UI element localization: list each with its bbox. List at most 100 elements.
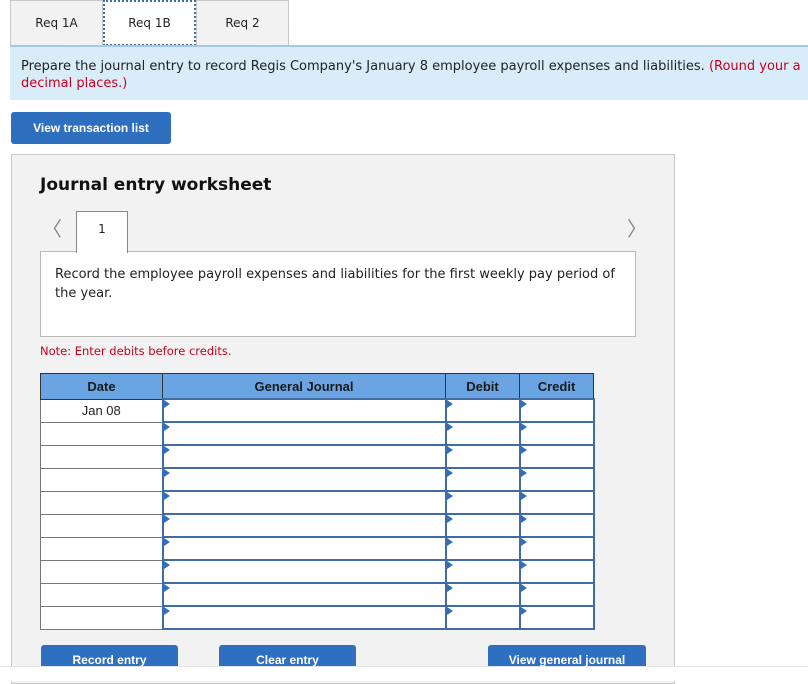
debit-input[interactable] <box>444 582 521 607</box>
date-cell <box>40 605 163 630</box>
debit-input[interactable] <box>444 444 521 469</box>
date-cell <box>40 421 163 446</box>
dropdown-marker-icon <box>163 515 170 523</box>
tab-req-1b[interactable]: Req 1B <box>103 0 196 46</box>
credit-input[interactable] <box>518 605 595 630</box>
dropdown-marker-icon <box>163 423 170 431</box>
account-input[interactable] <box>161 490 447 515</box>
account-input[interactable] <box>161 444 447 469</box>
date-cell <box>40 513 163 538</box>
account-input[interactable] <box>161 421 447 446</box>
dropdown-marker-icon <box>163 400 170 408</box>
chevron-right-icon[interactable]: 〉 <box>627 213 647 242</box>
table-row <box>40 582 595 607</box>
rounding-note: (Round your a <box>708 59 801 74</box>
debit-input[interactable] <box>444 559 521 584</box>
dropdown-marker-icon <box>520 469 527 477</box>
column-general-journal: General Journal <box>162 373 446 400</box>
tab-req-1a[interactable]: Req 1A <box>10 0 103 45</box>
page-bottom <box>0 666 808 681</box>
dropdown-marker-icon <box>520 561 527 569</box>
dropdown-marker-icon <box>446 400 453 408</box>
account-input[interactable] <box>161 559 447 584</box>
dropdown-marker-icon <box>446 538 453 546</box>
instruction-text: Prepare the journal entry to record Regi… <box>21 59 709 74</box>
debit-input[interactable] <box>444 398 521 423</box>
column-debit: Debit <box>445 373 520 400</box>
credit-input[interactable] <box>518 513 595 538</box>
transaction-description: Record the employee payroll expenses and… <box>40 251 636 337</box>
account-input[interactable] <box>161 536 447 561</box>
account-input[interactable] <box>161 467 447 492</box>
credit-input[interactable] <box>518 467 595 492</box>
debit-credit-note: Note: Enter debits before credits. <box>40 344 232 358</box>
dropdown-marker-icon <box>446 561 453 569</box>
credit-input[interactable] <box>518 490 595 515</box>
dropdown-marker-icon <box>163 584 170 592</box>
credit-input[interactable] <box>518 536 595 561</box>
dropdown-marker-icon <box>446 492 453 500</box>
journal-table: Date General Journal Debit Credit Jan 08 <box>40 373 595 630</box>
dropdown-marker-icon <box>446 423 453 431</box>
view-transaction-list-button[interactable]: View transaction list <box>11 112 171 144</box>
dropdown-marker-icon <box>163 469 170 477</box>
dropdown-marker-icon <box>520 538 527 546</box>
credit-input[interactable] <box>518 444 595 469</box>
chevron-left-icon[interactable]: 〈 <box>42 213 62 242</box>
column-credit: Credit <box>519 373 594 400</box>
debit-input[interactable] <box>444 513 521 538</box>
table-row <box>40 559 595 584</box>
dropdown-marker-icon <box>163 561 170 569</box>
account-input[interactable] <box>161 398 447 423</box>
dropdown-marker-icon <box>520 423 527 431</box>
journal-entry-worksheet: Journal entry worksheet 〈 〉 1 Record the… <box>11 154 675 684</box>
dropdown-marker-icon <box>520 492 527 500</box>
credit-input[interactable] <box>518 398 595 423</box>
table-row <box>40 444 595 469</box>
dropdown-marker-icon <box>520 446 527 454</box>
credit-input[interactable] <box>518 559 595 584</box>
account-input[interactable] <box>161 513 447 538</box>
date-cell <box>40 490 163 515</box>
dropdown-marker-icon <box>446 446 453 454</box>
debit-input[interactable] <box>444 467 521 492</box>
date-cell <box>40 467 163 492</box>
column-date: Date <box>40 373 163 400</box>
table-header: Date General Journal Debit Credit <box>40 373 594 400</box>
dropdown-marker-icon <box>520 400 527 408</box>
entry-tab-1[interactable]: 1 <box>76 211 128 253</box>
dropdown-marker-icon <box>446 515 453 523</box>
debit-input[interactable] <box>444 490 521 515</box>
date-cell: Jan 08 <box>40 398 163 423</box>
dropdown-marker-icon <box>446 469 453 477</box>
date-cell <box>40 536 163 561</box>
table-row <box>40 513 595 538</box>
dropdown-marker-icon <box>520 607 527 615</box>
dropdown-marker-icon <box>520 515 527 523</box>
table-row <box>40 421 595 446</box>
worksheet-title: Journal entry worksheet <box>40 175 272 195</box>
requirement-tabs: Req 1A Req 1B Req 2 <box>10 0 289 46</box>
table-row <box>40 467 595 492</box>
debit-input[interactable] <box>444 536 521 561</box>
date-cell <box>40 444 163 469</box>
tab-req-2[interactable]: Req 2 <box>196 0 289 45</box>
credit-input[interactable] <box>518 582 595 607</box>
dropdown-marker-icon <box>163 607 170 615</box>
account-input[interactable] <box>161 582 447 607</box>
dropdown-marker-icon <box>163 538 170 546</box>
dropdown-marker-icon <box>163 492 170 500</box>
date-cell <box>40 582 163 607</box>
table-row <box>40 536 595 561</box>
debit-input[interactable] <box>444 421 521 446</box>
dropdown-marker-icon <box>163 446 170 454</box>
date-cell <box>40 559 163 584</box>
account-input[interactable] <box>161 605 447 630</box>
dropdown-marker-icon <box>520 584 527 592</box>
debit-input[interactable] <box>444 605 521 630</box>
instruction-banner: Prepare the journal entry to record Regi… <box>10 47 808 100</box>
dropdown-marker-icon <box>446 584 453 592</box>
credit-input[interactable] <box>518 421 595 446</box>
rounding-note-line2: decimal places.) <box>21 76 128 91</box>
table-row <box>40 605 595 630</box>
